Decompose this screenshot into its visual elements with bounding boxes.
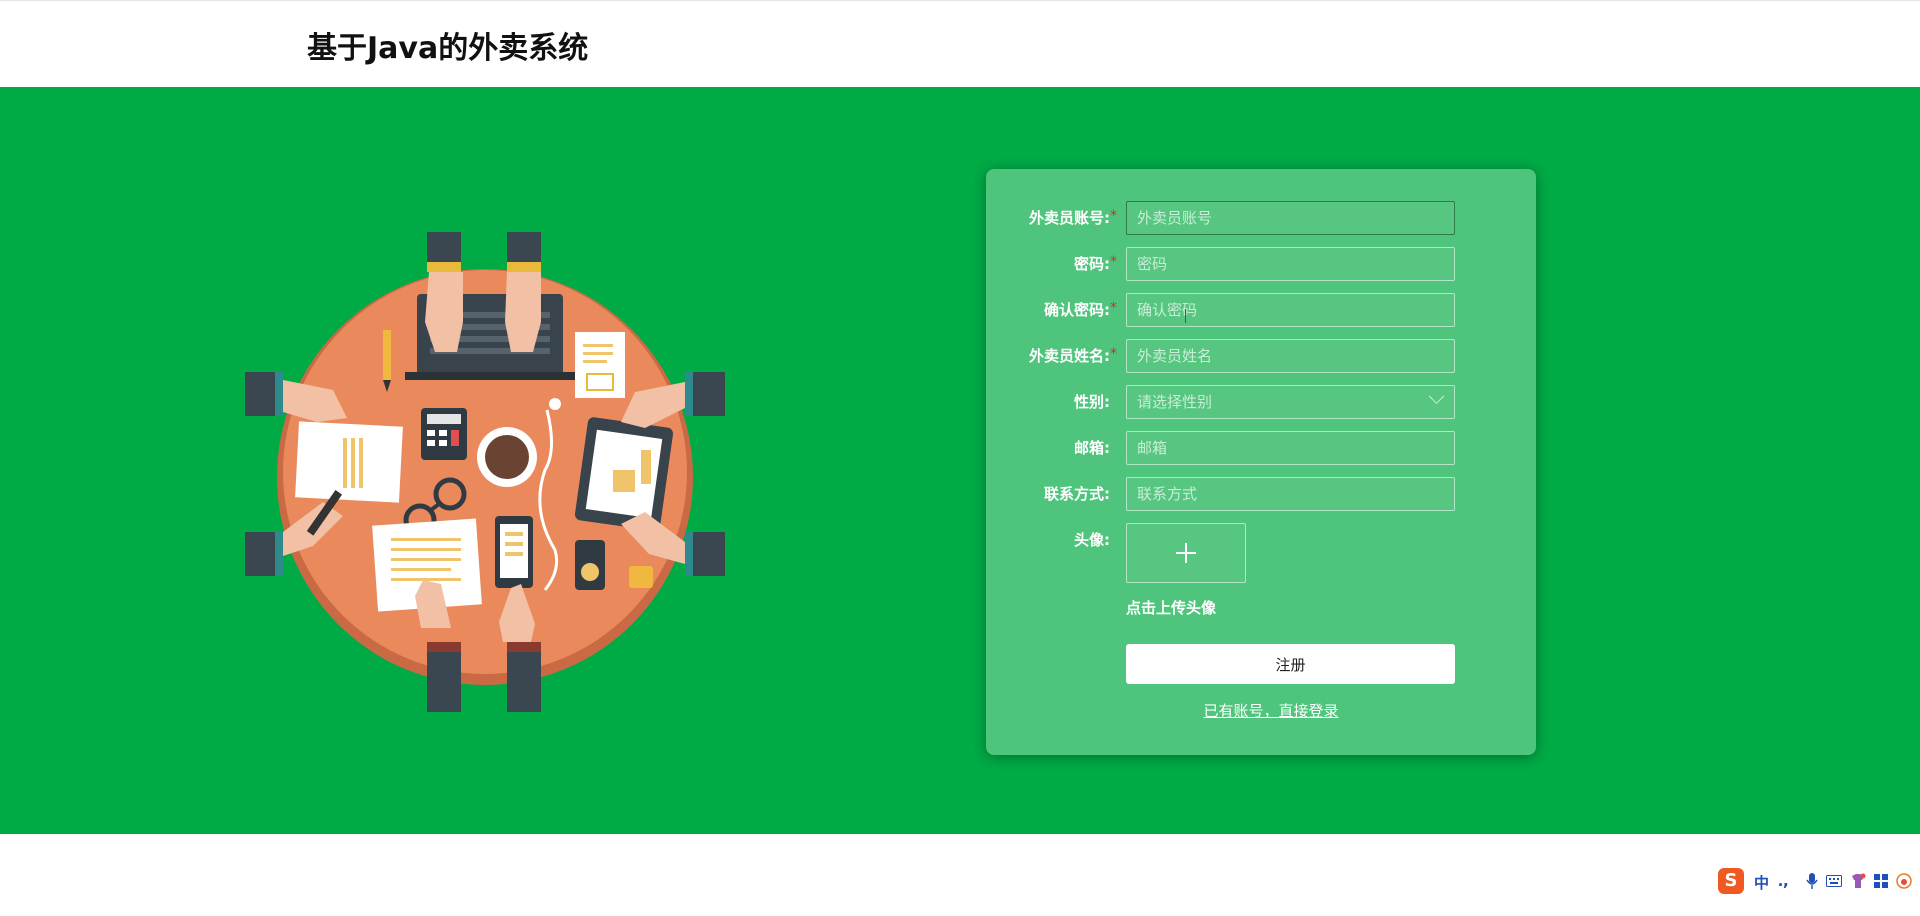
- field-label-password: 密码:: [1074, 255, 1110, 273]
- ime-mode-toggle[interactable]: 中: [1754, 872, 1769, 893]
- field-label-confirm-password: 确认密码:: [1044, 301, 1110, 319]
- password-input[interactable]: [1126, 247, 1455, 281]
- field-label-avatar: 头像:: [1074, 531, 1110, 549]
- field-row-avatar: 头像:: [986, 523, 1536, 583]
- keyboard-icon[interactable]: [1826, 875, 1842, 887]
- email-input[interactable]: [1126, 431, 1455, 465]
- field-label-name: 外卖员姓名:: [1029, 347, 1110, 365]
- required-mark: *: [1110, 300, 1117, 316]
- field-label-gender: 性别:: [1074, 393, 1110, 411]
- top-header: 基于Java的外卖系统: [0, 0, 1920, 87]
- gender-select[interactable]: 请选择性别: [1126, 385, 1455, 419]
- punctuation-icon[interactable]: ․,: [1778, 872, 1789, 890]
- microphone-icon[interactable]: [1806, 873, 1818, 889]
- register-card: 外卖员账号: * 密码: * 确认密码: * 外卖员姓名: * 性别: 请选择性…: [986, 169, 1536, 755]
- chevron-down-icon: [1428, 388, 1445, 405]
- phone-input[interactable]: [1126, 477, 1455, 511]
- field-row-name: 外卖员姓名: *: [986, 339, 1536, 373]
- text-cursor-icon: [1185, 309, 1186, 323]
- skin-icon[interactable]: [1850, 873, 1866, 889]
- ime-toolbar: S 中 ․,: [1716, 864, 1920, 898]
- field-row-account: 外卖员账号: *: [986, 201, 1536, 235]
- avatar-upload-hint: 点击上传头像: [1126, 599, 1217, 617]
- site-title: 基于Java的外卖系统: [307, 31, 589, 66]
- meeting-table-illustration: [245, 232, 725, 712]
- plus-icon: [1176, 543, 1196, 563]
- confirm-password-input[interactable]: [1126, 293, 1455, 327]
- field-row-phone: 联系方式:: [986, 477, 1536, 511]
- sogou-logo-icon[interactable]: S: [1718, 868, 1744, 894]
- field-row-email: 邮箱:: [986, 431, 1536, 465]
- required-mark: *: [1110, 254, 1117, 270]
- toolbox-icon[interactable]: [1874, 874, 1888, 888]
- required-mark: *: [1110, 208, 1117, 224]
- field-label-account: 外卖员账号:: [1029, 209, 1110, 227]
- field-row-gender: 性别: 请选择性别: [986, 385, 1536, 419]
- name-input[interactable]: [1126, 339, 1455, 373]
- hero-section: 外卖员账号: * 密码: * 确认密码: * 外卖员姓名: * 性别: 请选择性…: [0, 87, 1920, 834]
- field-label-email: 邮箱:: [1074, 439, 1110, 457]
- login-link[interactable]: 已有账号，直接登录: [986, 700, 1536, 721]
- field-label-phone: 联系方式:: [1044, 485, 1110, 503]
- emoji-icon[interactable]: [1896, 873, 1912, 889]
- account-input[interactable]: [1126, 201, 1455, 235]
- avatar-upload-button[interactable]: [1126, 523, 1246, 583]
- required-mark: *: [1110, 346, 1117, 362]
- field-row-password: 密码: *: [986, 247, 1536, 281]
- register-button[interactable]: 注册: [1126, 644, 1455, 684]
- field-row-confirm-password: 确认密码: *: [986, 293, 1536, 327]
- gender-select-placeholder: 请选择性别: [1137, 393, 1213, 411]
